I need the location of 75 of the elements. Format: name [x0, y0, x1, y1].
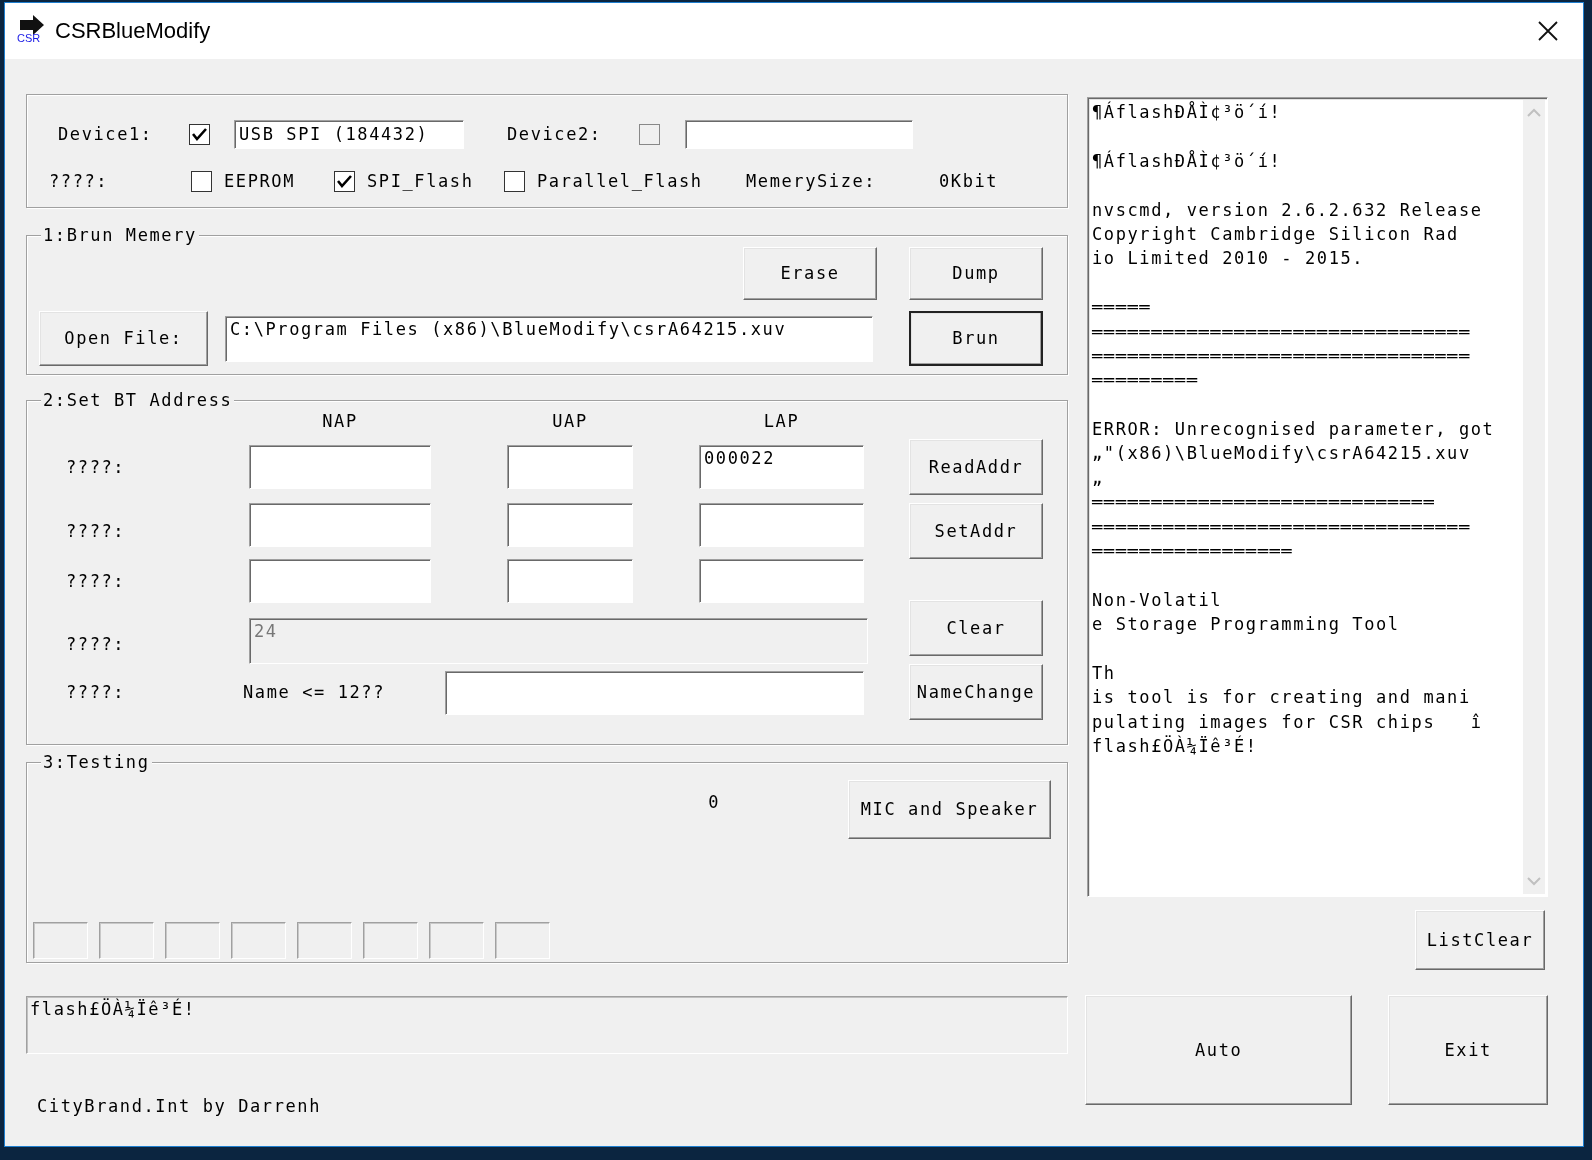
row-label: ????: [66, 456, 127, 478]
address-field[interactable] [249, 559, 431, 603]
address-field[interactable] [249, 503, 431, 547]
erase-button[interactable]: Erase [743, 247, 877, 300]
open-file-button[interactable]: Open File: [39, 311, 208, 366]
log-line: ¶ÁflashÐÅÌ¢³ö´í! [1092, 149, 1283, 173]
address-field[interactable] [249, 445, 431, 489]
log-line: pulating images for CSR chips î [1092, 710, 1484, 734]
row-label: ????: [66, 520, 127, 542]
log-line: Copyright Cambridge Silicon Rad [1092, 222, 1460, 246]
close-icon[interactable] [1537, 20, 1559, 42]
icon-label: CSR [17, 32, 41, 44]
log-line: Non-Volatil [1092, 588, 1224, 612]
checkbox-label: EEPROM [224, 170, 295, 192]
arrow-icon [19, 15, 45, 35]
log-line: ERROR: Unrecognised parameter, got [1092, 418, 1496, 442]
log-line: „"(x86)\BlueModify\csrA64215.xuv [1092, 442, 1472, 466]
column-header: LAP [762, 410, 801, 432]
set-address-button[interactable]: SetAddr [909, 503, 1043, 559]
burn-button[interactable]: Brun [909, 311, 1043, 366]
checkbox-label: SPI_Flash [367, 170, 474, 192]
name-change-button[interactable]: NameChange [909, 664, 1043, 720]
device-field[interactable]: USB SPI (184432) [234, 119, 464, 149]
checkbox[interactable] [504, 170, 525, 192]
auto-button[interactable]: Auto [1085, 995, 1353, 1105]
row-label: ????: [66, 682, 127, 703]
column-header: NAP [321, 410, 359, 432]
device-field[interactable] [685, 119, 913, 149]
dump-button[interactable]: Dump [909, 247, 1043, 300]
log-line: is tool is for creating and mani [1092, 686, 1472, 710]
device-label: Device2: [507, 123, 603, 145]
log-line: ════════════════════════════════ [1092, 320, 1472, 344]
address-field[interactable] [507, 559, 633, 603]
address-field[interactable]: 000022 [699, 445, 864, 489]
memory-size-label: MemerySize: [746, 170, 878, 192]
log-line: Th [1092, 662, 1117, 685]
name-field[interactable] [445, 670, 864, 715]
log-line: nvscmd, version 2.6.2.632 Release [1092, 198, 1484, 222]
credit-text: CityBrand.Int by Darrenh [36, 1096, 322, 1117]
log-line: ═════ [1092, 296, 1153, 320]
log-line: ═════════════════════════════ [1092, 491, 1437, 515]
file-path-field[interactable]: C:\Program Files (x86)\BlueModify\csrA64215.xuv [225, 315, 873, 362]
log-line: ¶ÁflashÐÅÌ¢³ö´í! [1092, 100, 1283, 124]
log-line: „ [1092, 466, 1105, 490]
checkbox[interactable] [334, 170, 355, 192]
log-line: flash£ÖÀ¼Ïê³É! [1092, 734, 1259, 759]
clear-button[interactable]: Clear [909, 600, 1043, 656]
log-line: e Storage Programming Tool [1092, 613, 1401, 637]
memory-type-label: ????: [49, 170, 110, 192]
row-label: ????: [66, 570, 127, 592]
list-clear-button[interactable]: ListClear [1415, 910, 1545, 970]
checkbox[interactable] [191, 170, 212, 192]
log-line: ════════════════════════════════ [1092, 515, 1472, 539]
checkbox[interactable] [189, 123, 210, 145]
log-line: ═════════ [1092, 369, 1200, 393]
log-line: ═════════════════ [1092, 540, 1295, 564]
address-field[interactable] [507, 445, 633, 489]
counter-value: 0 [708, 792, 720, 813]
log-line: ════════════════════════════════ [1092, 344, 1472, 368]
memory-size-value: 0Kbit [939, 170, 1000, 192]
status-field: flash£ÖÀ¼Ïê³É! [26, 996, 1068, 1054]
log-list[interactable] [1087, 97, 1548, 897]
mic-speaker-button[interactable]: MIC and Speaker [848, 780, 1051, 839]
window-title: CSRBlueModify [55, 17, 212, 45]
address-field[interactable] [507, 503, 633, 547]
address-field[interactable] [699, 559, 864, 603]
address-field[interactable] [699, 503, 864, 547]
device-label: Device1: [58, 123, 154, 145]
name-hint: Name <= 12?? [243, 682, 387, 703]
column-header: UAP [551, 410, 589, 432]
exit-button[interactable]: Exit [1388, 995, 1548, 1105]
checkbox-label: Parallel_Flash [537, 170, 703, 192]
row-label: ????: [66, 633, 127, 654]
read-address-button[interactable]: ReadAddr [909, 439, 1043, 495]
log-line: io Limited 2010 - 2015. [1092, 247, 1366, 271]
